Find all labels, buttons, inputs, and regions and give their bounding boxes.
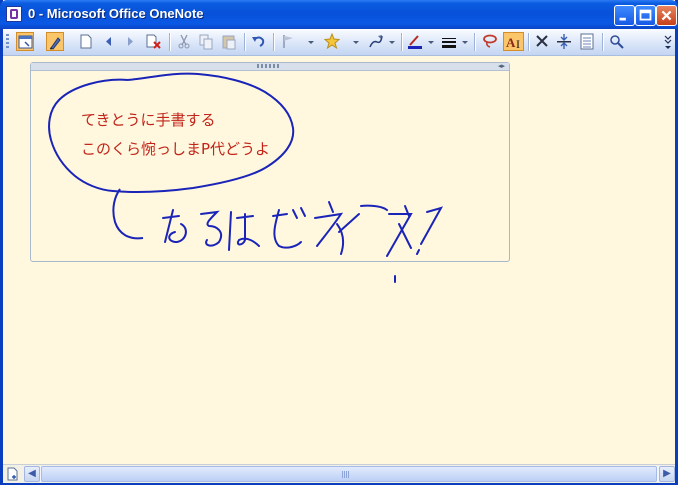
ink-to-text-icon: AI	[506, 35, 520, 51]
rule-lines-icon	[580, 33, 594, 50]
arrow-right-icon: ▶	[663, 468, 671, 479]
undo-icon	[252, 36, 265, 47]
font-color-dropdown[interactable]	[426, 32, 436, 51]
pen-style-icon	[369, 35, 383, 48]
pen-button[interactable]	[46, 32, 64, 51]
onenote-app-icon[interactable]	[6, 6, 22, 22]
ink-to-text-button[interactable]: AI	[503, 32, 524, 51]
dropdown-arrow-icon	[462, 41, 468, 44]
typed-note-line-2[interactable]: このくら惋っしまP代どうよ	[81, 138, 270, 159]
note-flag-dropdown[interactable]	[306, 32, 316, 51]
scroll-right-button[interactable]: ▶	[659, 466, 675, 482]
line-weight-icon	[442, 38, 456, 48]
font-color-icon	[408, 35, 422, 49]
new-page-button[interactable]	[77, 32, 95, 51]
font-color-button[interactable]	[406, 32, 424, 51]
line-weight-dropdown[interactable]	[460, 32, 470, 51]
cut-button[interactable]	[175, 32, 193, 51]
note-flag-button[interactable]	[280, 32, 298, 51]
insert-space-icon	[557, 34, 571, 49]
pen-icon	[50, 37, 61, 50]
eraser-icon	[536, 35, 548, 47]
note-page[interactable]: ◂▸ てきとうに手書する このくら惋っしまP代どうよ	[3, 56, 675, 464]
forward-button[interactable]	[121, 32, 139, 51]
scroll-thumb[interactable]	[41, 466, 657, 482]
dropdown-arrow-icon	[428, 41, 434, 44]
window-title: 0 - Microsoft Office OneNote	[28, 6, 204, 21]
eraser-button[interactable]	[533, 32, 551, 51]
research-icon	[610, 35, 624, 49]
pen-style-dropdown[interactable]	[387, 32, 397, 51]
minimize-icon	[619, 17, 626, 21]
handwritten-text-ink	[162, 201, 444, 283]
toolbar: AI	[3, 29, 675, 56]
back-icon	[106, 37, 111, 46]
new-page-icon	[80, 34, 92, 49]
research-button[interactable]	[608, 32, 626, 51]
svg-text:A: A	[506, 35, 516, 50]
speech-bubble-ink	[48, 72, 295, 193]
typed-note-line-1[interactable]: てきとうに手書する	[81, 109, 216, 130]
onenote-window: 0 - Microsoft Office OneNote A I ◂▸ てきとう…	[0, 0, 678, 485]
full-page-view-button[interactable]	[16, 32, 34, 51]
dropdown-arrow-icon	[353, 41, 359, 44]
cut-icon	[178, 34, 190, 49]
lasso-icon	[483, 34, 497, 48]
pen-style-button[interactable]	[367, 32, 385, 51]
dropdown-arrow-icon	[389, 41, 395, 44]
star-icon	[323, 32, 341, 50]
speech-bubble-tail-ink	[112, 188, 144, 240]
star-flag-dropdown[interactable]	[351, 32, 361, 51]
rule-lines-button[interactable]	[578, 32, 596, 51]
chevron-down-icon	[664, 35, 672, 49]
dropdown-arrow-icon	[308, 41, 314, 44]
copy-button[interactable]	[197, 32, 215, 51]
back-button[interactable]	[100, 32, 118, 51]
paste-button[interactable]	[220, 32, 238, 51]
undo-button[interactable]	[249, 32, 267, 51]
flag-icon	[283, 35, 293, 48]
full-page-view-icon	[18, 35, 33, 49]
minimize-button[interactable]	[614, 5, 635, 26]
scroll-left-button[interactable]: ◀	[24, 466, 40, 482]
toolbar-options-chevron[interactable]	[663, 32, 673, 51]
lasso-select-button[interactable]	[481, 32, 499, 51]
close-icon	[661, 10, 672, 21]
toolbar-grip[interactable]	[6, 34, 9, 50]
arrow-left-icon: ◀	[28, 468, 36, 479]
forward-icon	[128, 37, 133, 46]
delete-page-button[interactable]	[144, 32, 162, 51]
close-button[interactable]	[656, 5, 677, 26]
status-bar: ◀ ▶	[3, 464, 675, 483]
svg-text:I: I	[516, 37, 520, 51]
delete-page-icon	[146, 34, 161, 49]
horizontal-scrollbar[interactable]: ◀ ▶	[24, 466, 675, 482]
paste-icon	[222, 35, 236, 50]
maximize-icon	[639, 9, 652, 21]
insert-space-button[interactable]	[555, 32, 573, 51]
star-flag-button[interactable]	[323, 32, 341, 51]
line-weight-button[interactable]	[440, 32, 458, 51]
title-bar[interactable]: 0 - Microsoft Office OneNote	[0, 0, 678, 29]
copy-icon	[199, 34, 213, 50]
page-options-icon[interactable]	[5, 466, 21, 482]
maximize-button[interactable]	[635, 5, 656, 26]
